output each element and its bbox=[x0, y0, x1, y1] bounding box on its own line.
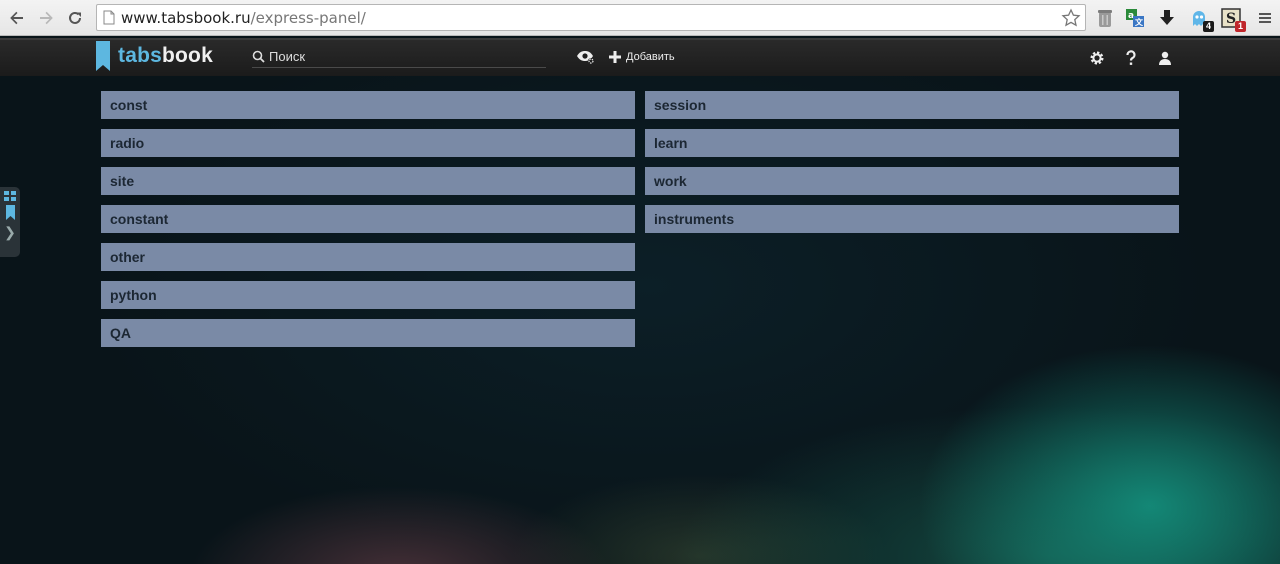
folder-tile[interactable]: session bbox=[645, 91, 1179, 119]
expand-arrow-icon[interactable]: ❯ bbox=[4, 224, 16, 240]
reload-icon bbox=[69, 11, 81, 24]
s-badge: 1 bbox=[1235, 21, 1246, 32]
folder-tile[interactable]: QA bbox=[101, 319, 635, 347]
search-icon bbox=[252, 50, 265, 63]
side-drawer[interactable]: ❯ bbox=[0, 187, 20, 257]
trash-extension-icon[interactable] bbox=[1094, 7, 1116, 29]
bookmark-icon bbox=[96, 41, 110, 71]
s-extension-icon[interactable]: S 1 bbox=[1220, 7, 1246, 32]
question-icon bbox=[1126, 50, 1136, 65]
gear-icon bbox=[1090, 51, 1104, 65]
brand-second: book bbox=[161, 44, 213, 67]
folder-tile[interactable]: work bbox=[645, 167, 1179, 195]
visibility-toggle-button[interactable] bbox=[576, 46, 596, 68]
search-field[interactable]: Поиск bbox=[252, 46, 546, 68]
brand-name: tabsbook bbox=[118, 44, 213, 68]
grid-icon[interactable] bbox=[4, 191, 16, 201]
url-path: /express-panel/ bbox=[250, 9, 366, 27]
back-arrow-icon bbox=[10, 11, 23, 25]
page-icon bbox=[103, 10, 115, 25]
ghost-extension-icon[interactable]: 4 bbox=[1188, 7, 1214, 32]
app-header: tabsbook Поиск Добавить bbox=[0, 38, 1280, 76]
folder-tile[interactable]: other bbox=[101, 243, 635, 271]
profile-button[interactable] bbox=[1156, 49, 1174, 67]
back-button[interactable] bbox=[5, 6, 29, 30]
search-placeholder: Поиск bbox=[269, 49, 306, 64]
forward-arrow-icon bbox=[40, 11, 53, 25]
chrome-menu-icon[interactable] bbox=[1254, 7, 1276, 29]
bookmark-star-icon[interactable] bbox=[1061, 8, 1081, 28]
settings-button[interactable] bbox=[1088, 49, 1106, 67]
plus-icon bbox=[609, 51, 621, 63]
add-button[interactable]: Добавить bbox=[609, 46, 675, 68]
express-panel-page: tabsbook Поиск Добавить ❯ const radio si… bbox=[0, 36, 1280, 564]
folder-tile[interactable]: radio bbox=[101, 129, 635, 157]
ghost-badge: 4 bbox=[1203, 21, 1214, 32]
forward-button[interactable] bbox=[34, 6, 58, 30]
url-host: www.tabsbook.ru bbox=[121, 9, 251, 27]
folder-tile[interactable]: constant bbox=[101, 205, 635, 233]
address-url: www.tabsbook.ru/express-panel/ bbox=[121, 9, 366, 27]
folder-tile[interactable]: python bbox=[101, 281, 635, 309]
svg-text:文: 文 bbox=[1135, 17, 1144, 27]
folder-tile[interactable]: const bbox=[101, 91, 635, 119]
browser-toolbar: www.tabsbook.ru/express-panel/ a 文 4 S 1 bbox=[0, 0, 1280, 36]
folder-tile[interactable]: learn bbox=[645, 129, 1179, 157]
add-label: Добавить bbox=[626, 51, 675, 63]
address-bar[interactable]: www.tabsbook.ru/express-panel/ bbox=[96, 4, 1086, 31]
brand-first: tabs bbox=[118, 44, 162, 67]
download-extension-icon[interactable] bbox=[1156, 7, 1178, 29]
reload-button[interactable] bbox=[63, 6, 87, 30]
folder-tile[interactable]: site bbox=[101, 167, 635, 195]
eye-settings-icon bbox=[577, 51, 594, 64]
tabsbook-logo[interactable]: tabsbook bbox=[96, 38, 213, 74]
translate-extension-icon[interactable]: a 文 bbox=[1124, 7, 1146, 29]
user-icon bbox=[1159, 51, 1171, 65]
folder-tile[interactable]: instruments bbox=[645, 205, 1179, 233]
side-bookmark-icon[interactable] bbox=[5, 205, 15, 220]
help-button[interactable] bbox=[1122, 49, 1140, 67]
